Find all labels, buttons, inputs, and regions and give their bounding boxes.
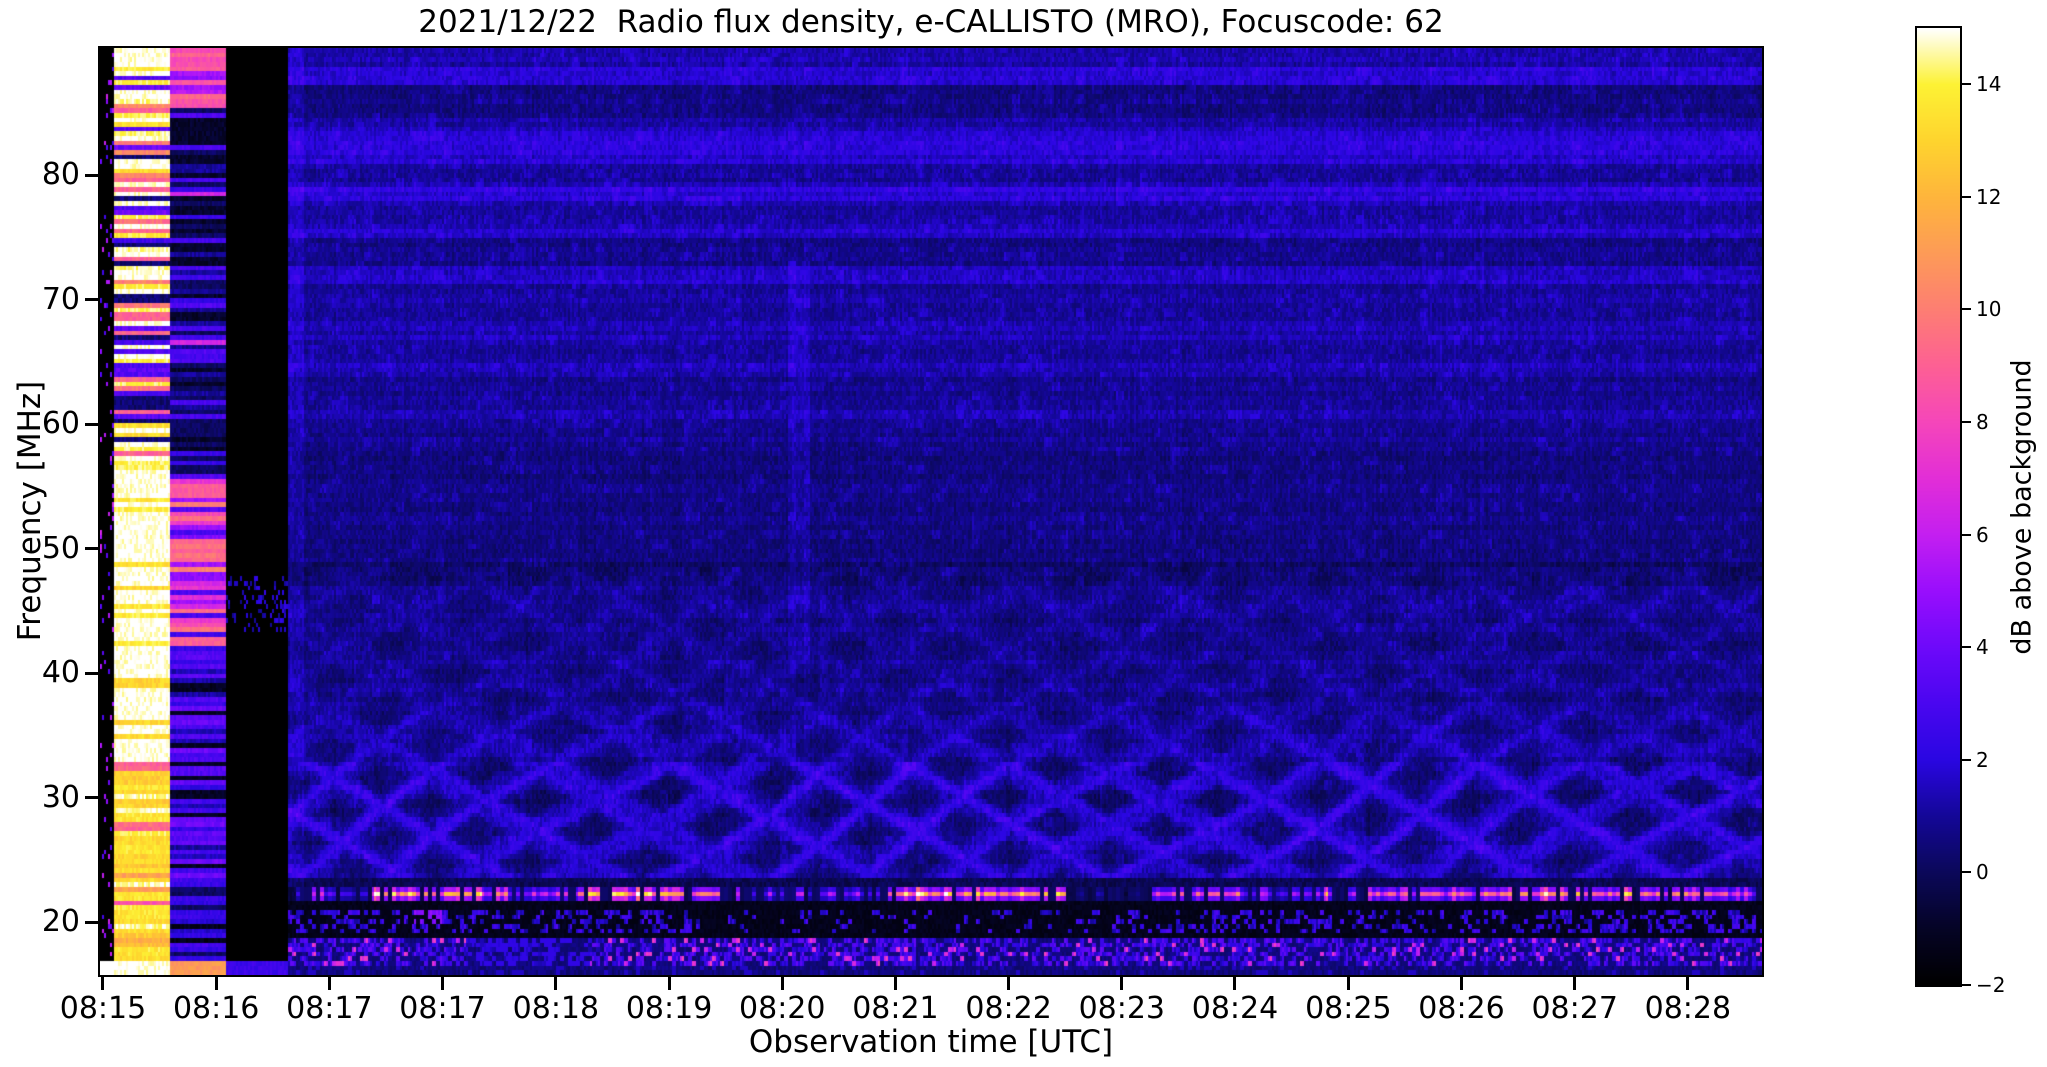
y-tick-mark	[85, 547, 98, 551]
x-tick-mark	[1346, 977, 1350, 990]
y-tick-label: 40	[41, 655, 80, 691]
colorbar-tick-mark	[1962, 83, 1971, 86]
plot-title: 2021/12/22 Radio flux density, e-CALLIST…	[418, 4, 1444, 40]
y-tick-mark	[85, 422, 98, 426]
x-tick-mark	[101, 977, 105, 990]
colorbar-tick-label: 0	[1976, 860, 1989, 885]
x-tick-mark	[1120, 977, 1124, 990]
x-tick-mark	[780, 977, 784, 990]
colorbar-tick-mark	[1962, 871, 1971, 874]
x-tick-mark	[1686, 977, 1690, 990]
colorbar-tick-label: 14	[1976, 72, 2002, 97]
figure-root: 2021/12/22 Radio flux density, e-CALLIST…	[0, 0, 2047, 1067]
colorbar-tick-label: 2	[1976, 747, 1989, 772]
colorbar-tick-mark	[1962, 646, 1971, 649]
colorbar-tick-label: 10	[1976, 297, 2002, 322]
spectrogram-canvas	[100, 48, 1762, 975]
colorbar-tick-label: −2	[1976, 973, 2006, 997]
colorbar-gradient	[1917, 28, 1960, 985]
y-tick-mark	[85, 173, 98, 177]
plot-area	[98, 46, 1764, 977]
x-tick-mark	[667, 977, 671, 990]
y-tick-label: 20	[41, 904, 80, 940]
colorbar-tick-mark	[1962, 195, 1971, 198]
x-tick-mark	[893, 977, 897, 990]
colorbar-tick-mark	[1962, 421, 1971, 424]
x-tick-mark	[1233, 977, 1237, 990]
y-tick-mark	[85, 298, 98, 302]
x-tick-mark	[214, 977, 218, 990]
colorbar-tick-label: 12	[1976, 184, 2002, 209]
y-tick-label: 70	[41, 281, 80, 317]
x-tick-mark	[1573, 977, 1577, 990]
x-tick-mark	[1460, 977, 1463, 990]
colorbar-tick-mark	[1962, 758, 1971, 761]
colorbar-tick-mark	[1962, 533, 1971, 536]
x-axis-label: Observation time [UTC]	[748, 1024, 1114, 1060]
y-tick-label: 80	[41, 157, 80, 192]
x-tick-mark	[327, 977, 331, 990]
y-axis-label: Frequency [MHz]	[12, 380, 48, 642]
y-tick-mark	[85, 796, 98, 800]
colorbar-label: dB above background	[2006, 359, 2038, 655]
y-tick-mark	[85, 671, 98, 675]
y-tick-mark	[85, 920, 98, 924]
x-tick-mark	[1007, 977, 1011, 990]
colorbar	[1915, 26, 1962, 987]
x-tick-label: 08:28	[1644, 991, 1732, 1026]
y-tick-label: 30	[41, 779, 80, 815]
x-tick-mark	[554, 977, 558, 990]
x-tick-mark	[441, 977, 445, 990]
colorbar-tick-mark	[1962, 984, 1971, 986]
colorbar-tick-mark	[1962, 308, 1971, 311]
